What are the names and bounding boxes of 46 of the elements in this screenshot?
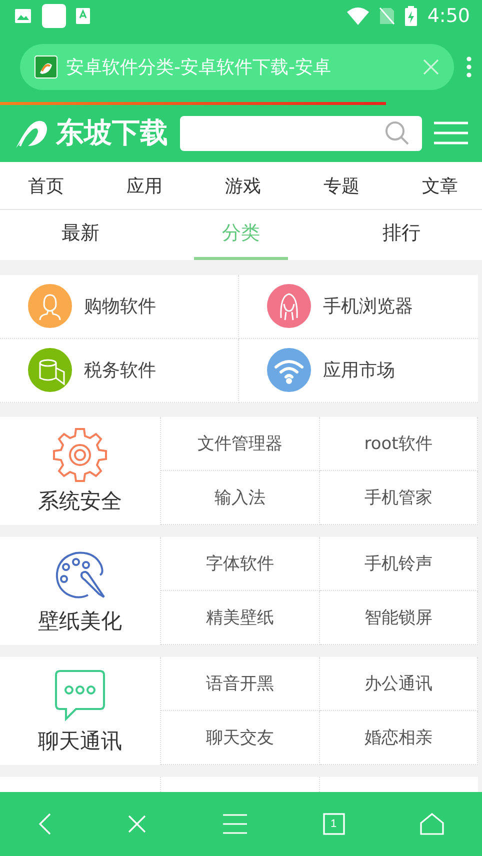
subcategory-link[interactable]: 语音开黑	[161, 656, 320, 711]
nav-link[interactable]: 专题	[324, 174, 360, 198]
search-field[interactable]	[180, 116, 422, 151]
subcategory-link[interactable]: 手机管家	[320, 470, 478, 525]
category-link[interactable]: 应用市场	[239, 338, 478, 403]
subcategory-link[interactable]: 办公通讯	[320, 656, 478, 711]
search-icon	[384, 120, 410, 146]
category-label: 税务软件	[84, 359, 156, 382]
image-icon	[14, 8, 32, 24]
category-link[interactable]: 税务软件	[0, 338, 239, 403]
nav-link[interactable]: 文章	[422, 174, 458, 198]
subcategory-link[interactable]: 字体软件	[161, 536, 320, 591]
gear-icon	[52, 426, 108, 483]
subcategory-link[interactable]: 聊天交友	[161, 710, 320, 765]
subcategory-link[interactable]: 手机铃声	[320, 536, 478, 591]
category-group-title: 壁纸美化	[38, 608, 122, 635]
more-options-icon[interactable]	[466, 56, 472, 78]
battery-charging-icon	[405, 6, 418, 26]
subcategory-link[interactable]: 输入法	[161, 470, 320, 525]
sub-tab[interactable]: 排行	[354, 210, 449, 260]
category-group-title: 聊天通讯	[38, 728, 122, 755]
nav-link[interactable]: 首页	[28, 174, 64, 198]
site-logo-text: 东坡下载	[56, 115, 168, 152]
subcategory-link[interactable]: 婚恋相亲	[320, 710, 478, 765]
subcategory-link[interactable]: 精美壁纸	[161, 590, 320, 645]
nav-link[interactable]: 应用	[126, 174, 162, 198]
category-label: 手机浏览器	[323, 295, 413, 318]
subcategory-link[interactable]: 智能锁屏	[320, 590, 478, 645]
category-group-title: 系统安全	[38, 488, 122, 515]
clock-time: 4:50	[427, 4, 470, 27]
category-link[interactable]: 购物软件	[0, 274, 239, 339]
no-sim-icon	[379, 6, 396, 25]
subcategory-link[interactable]: 文件管理器	[161, 416, 320, 471]
category-label: 购物软件	[84, 295, 156, 318]
nav-link[interactable]: 游戏	[225, 174, 261, 198]
category-label: 应用市场	[323, 359, 395, 382]
app-icon	[42, 4, 66, 28]
keyboard-icon	[76, 8, 90, 24]
site-favicon-icon	[34, 54, 58, 79]
close-icon[interactable]	[422, 58, 440, 76]
sub-tab[interactable]: 最新	[33, 210, 128, 260]
tab-title: 安卓软件分类-安卓软件下载-安卓	[66, 56, 332, 79]
menu-icon[interactable]	[434, 121, 468, 146]
subcategory-link[interactable]: root软件	[320, 416, 478, 471]
wifi-icon	[347, 6, 370, 25]
category-link[interactable]: 手机浏览器	[239, 274, 478, 339]
